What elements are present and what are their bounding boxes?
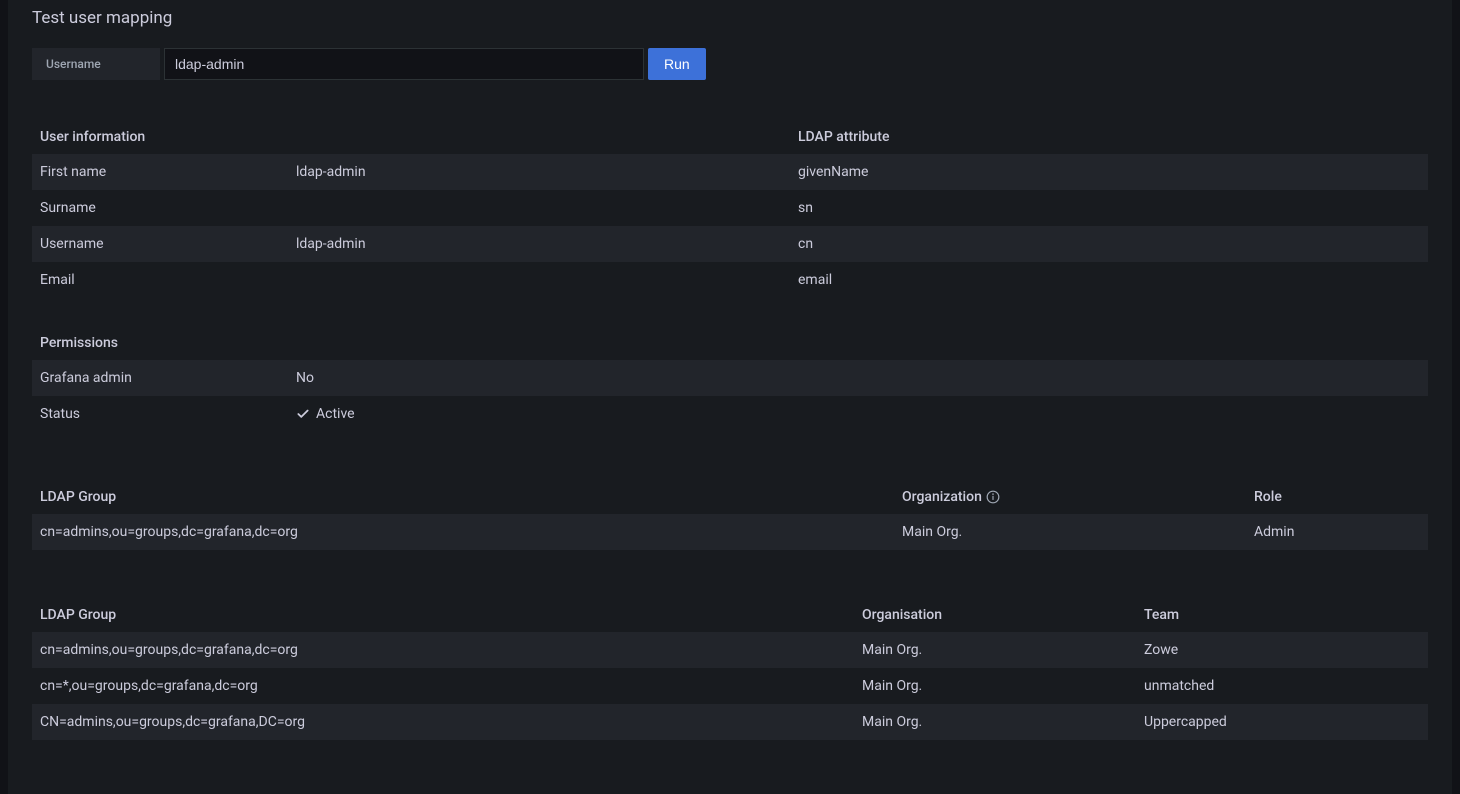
user-info-value bbox=[288, 262, 790, 298]
ldap-group-header: LDAP Group bbox=[32, 480, 894, 514]
user-info-value: ldap-admin bbox=[288, 154, 790, 190]
ldap-attribute-header: LDAP attribute bbox=[790, 120, 1428, 154]
ldap-group-value: cn=admins,ou=groups,dc=grafana,dc=org bbox=[32, 514, 894, 550]
team-value: unmatched bbox=[1136, 668, 1428, 704]
user-information-table: User information LDAP attribute First na… bbox=[32, 120, 1428, 298]
user-info-label: Surname bbox=[32, 190, 288, 226]
organization-header: Organization bbox=[894, 480, 1246, 514]
permissions-header: Permissions bbox=[32, 326, 1428, 360]
username-label: Username bbox=[32, 48, 160, 80]
permission-value: No bbox=[288, 360, 1428, 396]
team-value: Zowe bbox=[1136, 632, 1428, 668]
user-info-label: Email bbox=[32, 262, 288, 298]
status-text: Active bbox=[316, 406, 355, 422]
ldap-attribute-value: email bbox=[790, 262, 1428, 298]
ldap-group-value: cn=*,ou=groups,dc=grafana,dc=org bbox=[32, 668, 854, 704]
table-row: Grafana adminNo bbox=[32, 360, 1428, 396]
user-info-header: User information bbox=[32, 120, 790, 154]
ldap-group-value: CN=admins,ou=groups,dc=grafana,DC=org bbox=[32, 704, 854, 740]
content-section: User information LDAP attribute First na… bbox=[8, 120, 1452, 740]
ldap-group-value: cn=admins,ou=groups,dc=grafana,dc=org bbox=[32, 632, 854, 668]
organization-header-text: Organization bbox=[902, 489, 982, 505]
table-row: Usernameldap-admincn bbox=[32, 226, 1428, 262]
table-row: First nameldap-admingivenName bbox=[32, 154, 1428, 190]
permission-value: Active bbox=[288, 396, 1428, 432]
ldap-attribute-value: sn bbox=[790, 190, 1428, 226]
permission-label: Status bbox=[32, 396, 288, 432]
user-info-label: First name bbox=[32, 154, 288, 190]
organization-mapping-table: LDAP Group Organization Role cn=admins,o… bbox=[32, 480, 1428, 550]
table-row: cn=admins,ou=groups,dc=grafana,dc=orgMai… bbox=[32, 632, 1428, 668]
info-icon[interactable] bbox=[986, 490, 1000, 504]
permissions-table: Permissions Grafana adminNoStatus Active bbox=[32, 326, 1428, 432]
role-header: Role bbox=[1246, 480, 1428, 514]
organisation-value: Main Org. bbox=[854, 668, 1136, 704]
permission-label: Grafana admin bbox=[32, 360, 288, 396]
ldap-attribute-value: cn bbox=[790, 226, 1428, 262]
table-row: cn=admins,ou=groups,dc=grafana,dc=orgMai… bbox=[32, 514, 1428, 550]
role-value: Admin bbox=[1246, 514, 1428, 550]
user-info-value bbox=[288, 190, 790, 226]
table-row: Surname sn bbox=[32, 190, 1428, 226]
user-info-label: Username bbox=[32, 226, 288, 262]
organisation-header: Organisation bbox=[854, 598, 1136, 632]
test-mapping-form: Username Run bbox=[8, 32, 1452, 92]
table-row: Email email bbox=[32, 262, 1428, 298]
table-row: cn=*,ou=groups,dc=grafana,dc=orgMain Org… bbox=[32, 668, 1428, 704]
username-input[interactable] bbox=[164, 48, 644, 80]
run-button[interactable]: Run bbox=[648, 48, 706, 80]
team-header: Team bbox=[1136, 598, 1428, 632]
page-title: Test user mapping bbox=[8, 0, 1452, 32]
table-row: Status Active bbox=[32, 396, 1428, 432]
check-icon bbox=[296, 407, 310, 421]
ldap-group-header-2: LDAP Group bbox=[32, 598, 854, 632]
organisation-value: Main Org. bbox=[854, 704, 1136, 740]
ldap-attribute-value: givenName bbox=[790, 154, 1428, 190]
team-mapping-table: LDAP Group Organisation Team cn=admins,o… bbox=[32, 598, 1428, 740]
page-container: Test user mapping Username Run User info… bbox=[8, 0, 1452, 794]
user-info-value: ldap-admin bbox=[288, 226, 790, 262]
organisation-value: Main Org. bbox=[854, 632, 1136, 668]
organization-value: Main Org. bbox=[894, 514, 1246, 550]
table-row: CN=admins,ou=groups,dc=grafana,DC=orgMai… bbox=[32, 704, 1428, 740]
team-value: Uppercapped bbox=[1136, 704, 1428, 740]
